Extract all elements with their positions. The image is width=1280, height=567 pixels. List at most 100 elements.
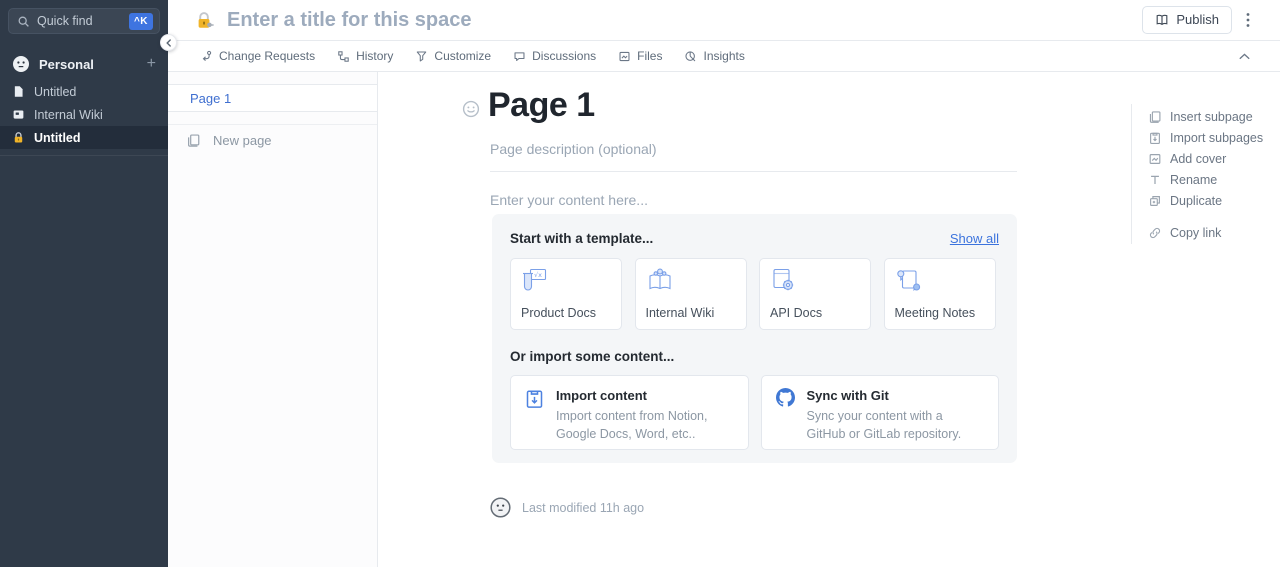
publish-button[interactable]: Publish <box>1142 6 1232 34</box>
sync-with-git-card[interactable]: Sync with Git Sync your content with a G… <box>761 375 1000 450</box>
app-window: Quick find ^K Personal + Untitled Intern… <box>0 0 1280 567</box>
page-list-item-current[interactable]: Page 1 <box>168 84 377 112</box>
actions-divider <box>1131 104 1132 244</box>
rename-button[interactable]: Rename <box>1148 169 1268 190</box>
github-icon <box>776 388 795 437</box>
pages-divider <box>168 124 377 125</box>
more-options-icon[interactable] <box>1246 12 1250 28</box>
import-card-title: Import content <box>556 388 734 403</box>
history-icon <box>337 50 350 63</box>
book-icon <box>12 108 25 121</box>
space-tabbar: Change Requests History Customize Discus… <box>168 41 1280 72</box>
action-label: Duplicate <box>1170 194 1222 208</box>
template-card-api-docs[interactable]: API Docs <box>759 258 871 330</box>
show-all-link[interactable]: Show all <box>950 231 999 246</box>
sidebar-item-untitled-1[interactable]: Untitled <box>0 80 168 103</box>
image-icon <box>1148 152 1162 166</box>
collapse-sidebar-button[interactable] <box>160 34 177 51</box>
template-card-product-docs[interactable]: √x Product Docs <box>510 258 622 330</box>
page-description-input[interactable]: Page description (optional) <box>490 141 657 157</box>
tab-discussions[interactable]: Discussions <box>513 49 596 63</box>
space-title-input[interactable]: Enter a title for this space <box>227 9 1142 32</box>
copy-link-button[interactable]: Copy link <box>1148 222 1268 243</box>
quick-find-search[interactable]: Quick find ^K <box>8 8 160 34</box>
sidebar-divider <box>0 155 168 156</box>
new-page-label: New page <box>213 133 272 148</box>
api-docs-icon <box>769 267 797 293</box>
last-modified-text: Last modified 11h ago <box>522 501 644 515</box>
description-divider <box>490 171 1017 172</box>
sidebar-item-untitled-2-selected[interactable]: Untitled <box>0 126 168 149</box>
action-label: Copy link <box>1170 226 1221 240</box>
discussions-icon <box>513 50 526 63</box>
template-card-internal-wiki[interactable]: Internal Wiki <box>635 258 747 330</box>
svg-text:√x: √x <box>534 271 542 279</box>
meeting-notes-icon <box>894 267 922 293</box>
customize-icon <box>415 50 428 63</box>
tab-files[interactable]: Files <box>618 49 662 63</box>
chevron-up-icon[interactable] <box>1239 53 1250 60</box>
insights-icon <box>684 50 697 63</box>
workspace-header[interactable]: Personal + <box>0 52 168 76</box>
tab-label: Change Requests <box>219 49 315 63</box>
add-space-button[interactable]: + <box>147 56 156 72</box>
page-editor: Page 1 Page description (optional) Enter… <box>378 72 1280 567</box>
template-cards: √x Product Docs Internal Wiki API Docs <box>510 258 996 330</box>
import-card-title: Sync with Git <box>807 388 985 403</box>
tab-customize[interactable]: Customize <box>415 49 491 63</box>
action-label: Add cover <box>1170 152 1226 166</box>
duplicate-icon <box>1148 194 1162 208</box>
publish-label: Publish <box>1176 12 1219 27</box>
page-title[interactable]: Page 1 <box>488 86 595 125</box>
page-item-label: Page 1 <box>190 91 231 106</box>
lock-with-key-icon[interactable] <box>195 11 214 30</box>
workspace-name: Personal <box>39 57 147 72</box>
action-label: Import subpages <box>1170 131 1263 145</box>
template-card-label: API Docs <box>770 306 822 320</box>
getting-started-panel: Start with a template... Show all √x Pro… <box>492 214 1017 463</box>
template-card-label: Meeting Notes <box>895 306 976 320</box>
import-subpages-button[interactable]: Import subpages <box>1148 127 1268 148</box>
tab-label: Customize <box>434 49 491 63</box>
tab-label: Files <box>637 49 662 63</box>
search-placeholder: Quick find <box>37 14 129 28</box>
internal-wiki-icon <box>645 267 675 293</box>
smiley-icon[interactable] <box>462 100 480 118</box>
space-header: Enter a title for this space Publish <box>168 0 1280 41</box>
templates-heading: Start with a template... <box>510 231 950 246</box>
workspace-avatar <box>12 55 30 73</box>
tab-label: Discussions <box>532 49 596 63</box>
import-icon <box>525 388 544 437</box>
sidebar-item-internal-wiki[interactable]: Internal Wiki <box>0 103 168 126</box>
duplicate-button[interactable]: Duplicate <box>1148 190 1268 211</box>
import-card-description: Sync your content with a GitHub or GitLa… <box>807 407 985 443</box>
files-icon <box>618 50 631 63</box>
template-card-meeting-notes[interactable]: Meeting Notes <box>884 258 996 330</box>
add-cover-button[interactable]: Add cover <box>1148 148 1268 169</box>
clipboard-import-icon <box>1148 131 1162 145</box>
import-heading: Or import some content... <box>510 349 674 364</box>
pages-panel: Page 1 New page <box>168 72 378 567</box>
tab-label: Insights <box>703 49 744 63</box>
tab-label: History <box>356 49 393 63</box>
tab-history[interactable]: History <box>337 49 393 63</box>
new-page-button[interactable]: New page <box>168 129 377 151</box>
pages-icon <box>1148 110 1162 124</box>
content-input[interactable]: Enter your content here... <box>490 192 648 208</box>
avatar[interactable] <box>490 497 511 518</box>
insert-subpage-button[interactable]: Insert subpage <box>1148 106 1268 127</box>
page-footer: Last modified 11h ago <box>490 497 644 518</box>
link-icon <box>1148 226 1162 240</box>
search-icon <box>17 15 30 28</box>
template-card-label: Product Docs <box>521 306 596 320</box>
tab-insights[interactable]: Insights <box>684 49 744 63</box>
import-content-card[interactable]: Import content Import content from Notio… <box>510 375 749 450</box>
change-requests-icon <box>200 50 213 63</box>
import-cards: Import content Import content from Notio… <box>510 375 999 450</box>
book-publish-icon <box>1155 13 1169 27</box>
tab-change-requests[interactable]: Change Requests <box>200 49 315 63</box>
action-label: Rename <box>1170 173 1217 187</box>
template-card-label: Internal Wiki <box>646 306 715 320</box>
import-card-description: Import content from Notion, Google Docs,… <box>556 407 734 443</box>
text-icon <box>1148 173 1162 187</box>
